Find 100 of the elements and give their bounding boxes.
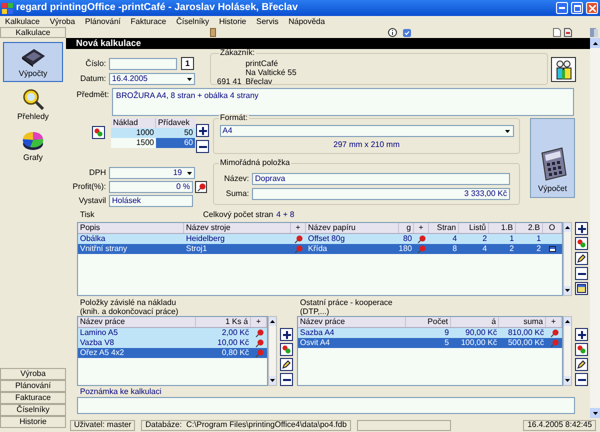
table-row[interactable]: Sazba A4 9 90,00 Kč 810,00 Kč: [298, 328, 562, 338]
maximize-button[interactable]: [571, 2, 583, 14]
column-header[interactable]: Stran: [429, 223, 459, 233]
number-button[interactable]: 1: [181, 57, 194, 70]
scrollbar[interactable]: [590, 38, 600, 418]
pin-icon: [254, 328, 264, 338]
menu-item[interactable]: Výroba: [50, 18, 76, 26]
table-cell[interactable]: 60: [156, 138, 195, 148]
module-button[interactable]: Plánování: [0, 380, 66, 392]
vat-field[interactable]: 19: [109, 167, 195, 179]
name-field[interactable]: Doprava: [252, 173, 510, 185]
date-field[interactable]: 16.4.2005: [109, 73, 195, 85]
plus-button[interactable]: [575, 222, 588, 235]
edit-button[interactable]: [280, 358, 293, 371]
table-row[interactable]: Vnitřní strany Stroj1 Křída 180 8 4 2 2: [78, 244, 562, 254]
table-cell-text: Heidelberg: [185, 234, 226, 244]
minimize-button[interactable]: [556, 2, 568, 14]
doc-button[interactable]: [553, 28, 561, 37]
customer-button[interactable]: [551, 57, 576, 82]
app-icon: [2, 2, 13, 14]
column-header[interactable]: +: [414, 223, 429, 233]
issuer-field[interactable]: Holásek: [109, 195, 193, 207]
down-arrow-icon: [565, 379, 570, 382]
menu-item[interactable]: Nápověda: [288, 18, 325, 26]
plus-button[interactable]: [575, 328, 588, 341]
field-label: Název:: [223, 175, 250, 183]
table-row[interactable]: Lamino A5 2,00 Kč: [78, 328, 267, 338]
column-header[interactable]: +: [291, 223, 306, 233]
minus-button[interactable]: [280, 373, 293, 386]
pin-button[interactable]: [195, 181, 207, 193]
module-button[interactable]: Číselníky: [0, 404, 66, 416]
module-button[interactable]: Historie: [0, 416, 66, 428]
table-row[interactable]: Ořez A5 4x2 0,80 Kč: [78, 348, 267, 358]
info-button[interactable]: [388, 28, 397, 37]
minus-button[interactable]: [575, 267, 588, 280]
column-header[interactable]: Počet: [406, 317, 451, 327]
section-label: (knih. a dokončovací práce): [80, 308, 180, 316]
profit-field[interactable]: 0 %: [109, 181, 193, 193]
column-header[interactable]: Název práce: [298, 317, 406, 327]
scrollbar[interactable]: [563, 316, 572, 386]
table-row[interactable]: Vazba V8 10,00 Kč: [78, 338, 267, 348]
close-button[interactable]: [586, 2, 598, 14]
column-header[interactable]: Popis: [78, 223, 184, 233]
scrollbar[interactable]: [268, 316, 277, 386]
customer-city: Břeclav: [245, 78, 274, 86]
column-header[interactable]: á: [451, 317, 499, 327]
column-header[interactable]: 1 Ks á: [196, 317, 251, 327]
sheet-button[interactable]: [575, 282, 588, 295]
sum-field[interactable]: 3 333,00 Kč: [252, 188, 510, 200]
plus-button[interactable]: [196, 124, 209, 137]
menu-item[interactable]: Číselníky: [176, 18, 210, 26]
column-header[interactable]: suma: [499, 317, 546, 327]
pdf-button[interactable]: [564, 28, 572, 37]
menu-item[interactable]: Fakturace: [130, 18, 166, 26]
column-header[interactable]: Přídavek: [156, 118, 195, 128]
note-field[interactable]: [77, 397, 575, 414]
number-field[interactable]: [109, 58, 177, 70]
menu-item[interactable]: Historie: [219, 18, 246, 26]
edit-button[interactable]: [575, 252, 588, 265]
sidebar-item[interactable]: Výpočty: [3, 42, 63, 82]
column-header[interactable]: g: [399, 223, 414, 233]
column-header[interactable]: 1.B: [489, 223, 516, 233]
module-button[interactable]: Výroba: [0, 368, 66, 380]
plus-button[interactable]: [280, 328, 293, 341]
table-row[interactable]: Osvit A4 5 100,00 Kč 500,00 Kč: [298, 338, 562, 348]
minus-button[interactable]: [196, 140, 209, 153]
door-button[interactable]: [209, 28, 218, 37]
column-header[interactable]: O: [543, 223, 562, 233]
add-button[interactable]: [575, 343, 588, 356]
calculate-button[interactable]: Výpočet: [530, 118, 575, 198]
check-button[interactable]: [403, 28, 411, 36]
scrollbar[interactable]: [563, 222, 572, 296]
column-header[interactable]: Název stroje: [184, 223, 291, 233]
column-header[interactable]: 2.B: [516, 223, 543, 233]
add-button[interactable]: [280, 343, 293, 356]
column-header[interactable]: +: [251, 317, 267, 327]
column-header[interactable]: +: [546, 317, 562, 327]
add-button[interactable]: [575, 237, 588, 250]
sidebar-item[interactable]: Grafy: [3, 126, 63, 166]
module-button[interactable]: Fakturace: [0, 392, 66, 404]
column-header[interactable]: Název práce: [78, 317, 196, 327]
menu-item[interactable]: Kalkulace: [5, 18, 40, 26]
table-row[interactable]: Obálka Heidelberg Offset 80g 80 4 2 1 1: [78, 234, 562, 244]
add-button[interactable]: [92, 126, 105, 139]
minus-button[interactable]: [575, 373, 588, 386]
pin-icon: [294, 234, 303, 244]
column-header[interactable]: Název papíru: [306, 223, 399, 233]
column-header[interactable]: Listů: [459, 223, 489, 233]
table-cell-text: 1: [508, 234, 515, 244]
customer-name: printCafé: [245, 60, 279, 68]
pie-chart-icon: [22, 130, 44, 150]
table-cell[interactable]: 50: [156, 128, 195, 138]
edit-button[interactable]: [575, 358, 588, 371]
sidebar-item[interactable]: Přehledy: [3, 84, 63, 124]
format-field[interactable]: A4: [220, 125, 514, 137]
section-label: Poznámka ke kalkulaci: [79, 388, 162, 396]
info-icon: [388, 28, 397, 37]
menu-item[interactable]: Plánování: [85, 18, 121, 26]
plus-icon: [198, 126, 206, 134]
menu-item[interactable]: Servis: [256, 18, 278, 26]
